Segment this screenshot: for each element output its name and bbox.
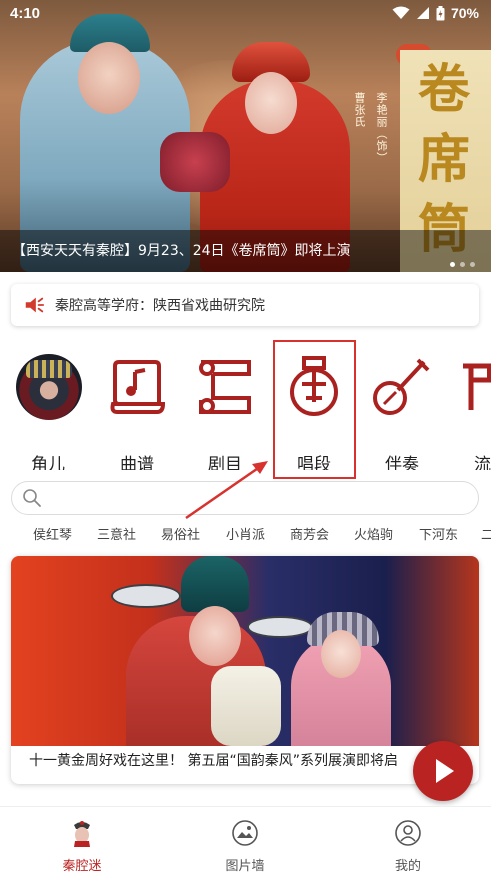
avatar — [16, 354, 82, 420]
highlight-annotation-box — [273, 340, 356, 479]
nav-label: 秦腔迷 — [62, 859, 102, 873]
carousel-dots[interactable] — [450, 262, 475, 267]
white-cloth — [211, 666, 281, 746]
play-icon — [436, 759, 454, 783]
tag-item[interactable]: 火焰驹 — [354, 524, 393, 543]
bottom-navigation[interactable]: 秦腔迷 图片墙 我的 — [0, 806, 491, 873]
banner-caption[interactable]: 【西安天天有秦腔】9月23、24日《卷席筒》即将上演 — [0, 230, 491, 272]
nav-label: 我的 — [394, 859, 421, 873]
category-quxipu[interactable]: 曲谱 — [97, 354, 177, 470]
category-label: 曲谱 — [120, 455, 154, 470]
performer-right-face — [245, 72, 297, 134]
category-label: 角儿 — [31, 455, 65, 470]
nav-qinqiangmi[interactable]: 秦腔迷 — [22, 815, 142, 873]
poster-credit-role: 曹张氏 — [353, 92, 366, 128]
feature-title[interactable]: 十一黄金周好戏在这里！ 第五届“国韵秦风”系列展演即将启 — [29, 750, 459, 774]
performer-hat — [181, 556, 249, 612]
status-bar: 4:10 70% — [0, 0, 491, 28]
category-banzou[interactable]: 伴奏 — [362, 354, 442, 470]
picture-icon — [232, 820, 258, 846]
hat-wing-left — [111, 584, 181, 608]
poster-credit-actor: 李艳丽（饰） — [375, 92, 388, 164]
category-jiaor[interactable]: 角儿 — [8, 354, 88, 470]
tag-item[interactable]: 小肖派 — [226, 524, 265, 543]
search-input[interactable] — [52, 486, 462, 510]
performers-hands — [160, 132, 230, 192]
category-jumu[interactable]: 剧目 — [185, 354, 265, 470]
banjo-icon — [373, 358, 430, 415]
scroll-icon — [199, 360, 251, 414]
tag-item[interactable]: 下河东 — [419, 524, 458, 543]
carousel-dot[interactable] — [450, 262, 455, 267]
profile-icon — [395, 820, 421, 846]
status-icons: 70% — [392, 5, 479, 21]
announcement-text: 秦腔高等学府：陕西省戏曲研究院 — [55, 298, 265, 314]
tag-item[interactable]: 二 — [481, 524, 491, 543]
feature-photo — [11, 556, 479, 746]
gate-icon — [463, 363, 491, 410]
status-time: 4:10 — [10, 5, 41, 22]
search-icon — [23, 489, 41, 507]
cell-signal-icon — [416, 7, 429, 19]
poster-char-1: 卷 — [418, 59, 471, 120]
speaker-icon — [25, 297, 45, 313]
announcement-bar[interactable]: 秦腔高等学府：陕西省戏曲研究院 — [11, 284, 479, 326]
nav-picture-wall[interactable]: 图片墙 — [185, 815, 305, 873]
tag-item[interactable]: 侯红琴 — [33, 524, 72, 543]
wifi-icon — [392, 6, 410, 19]
category-label: 伴奏 — [385, 455, 419, 470]
performer-face — [189, 606, 241, 666]
category-label: 剧目 — [208, 455, 242, 470]
search-bar[interactable] — [11, 481, 479, 515]
hat-wing-right — [247, 616, 313, 638]
performer-left-face — [78, 42, 140, 114]
nav-label: 图片墙 — [225, 859, 265, 873]
performer-face-2 — [321, 630, 361, 678]
hero-banner[interactable]: 曹张氏 李艳丽（饰） 卷 席 筒 【西安天天有秦腔】9月23、24日《卷席筒》即… — [0, 0, 491, 272]
music-score-icon — [110, 360, 166, 414]
opera-mask-icon — [74, 821, 90, 847]
nav-profile[interactable]: 我的 — [348, 815, 468, 873]
carousel-dot[interactable] — [460, 262, 465, 267]
tag-row[interactable]: 侯红琴 三意社 易俗社 小肖派 商芳会 火焰驹 下河东 二 — [0, 524, 491, 548]
category-label: 流派 — [474, 455, 491, 470]
tag-item[interactable]: 三意社 — [97, 524, 136, 543]
feature-video-card[interactable]: 十一黄金周好戏在这里！ 第五届“国韵秦风”系列展演即将启 — [11, 556, 479, 784]
category-liupai[interactable]: 流派 — [451, 354, 491, 470]
battery-icon — [436, 5, 445, 20]
poster-char-2: 席 — [418, 129, 471, 190]
carousel-dot[interactable] — [470, 262, 475, 267]
tag-item[interactable]: 易俗社 — [161, 524, 200, 543]
battery-percent: 70% — [450, 5, 479, 21]
category-row[interactable]: 角儿 曲谱 剧目 唱段 伴奏 流 — [0, 340, 491, 470]
tag-item[interactable]: 商芳会 — [290, 524, 329, 543]
play-button[interactable] — [413, 741, 473, 801]
